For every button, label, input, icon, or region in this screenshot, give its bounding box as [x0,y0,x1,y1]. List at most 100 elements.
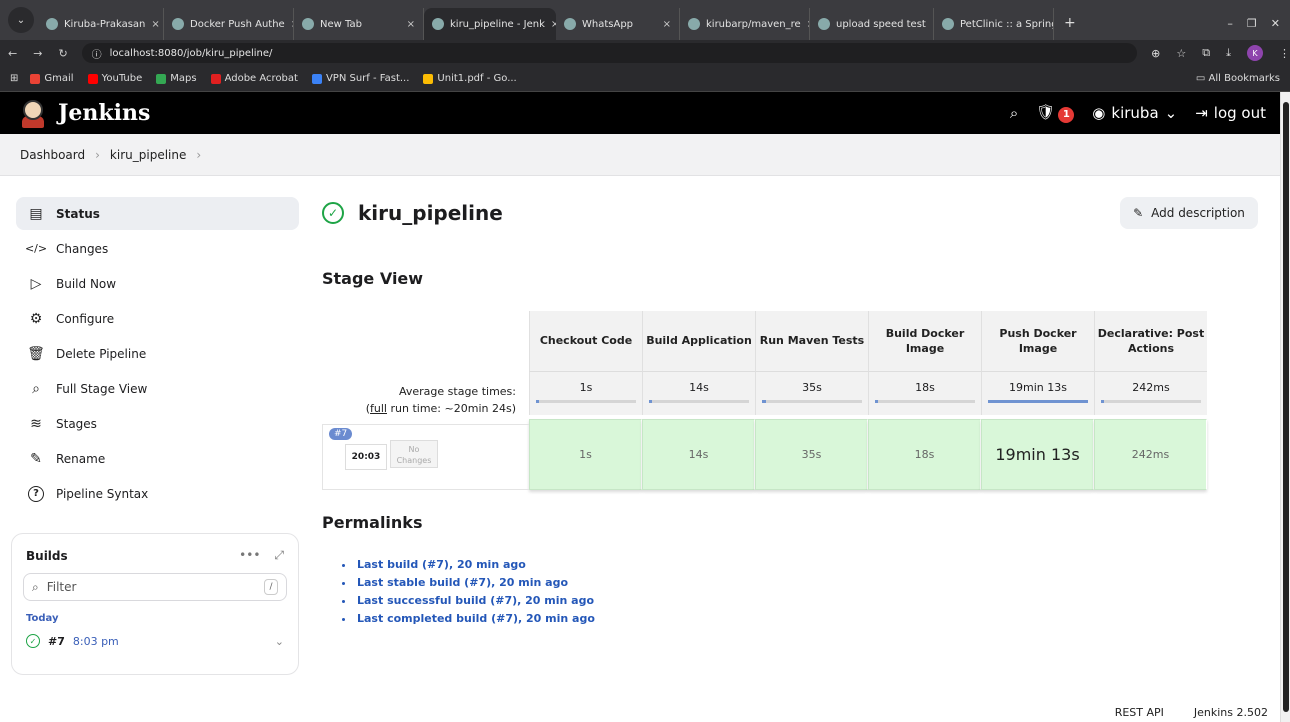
bookmark-item[interactable]: Unit1.pdf - Go... [423,73,517,84]
zoom-icon[interactable]: ⊕ [1151,47,1160,60]
full-run-time: run time: ~20min 24s) [387,402,516,415]
permalinks-heading: Permalinks [322,513,423,532]
restore-icon[interactable]: ❐ [1247,17,1257,30]
stage-header[interactable]: Declarative: Post Actions [1094,311,1207,371]
site-info-icon[interactable]: ⓘ [92,46,102,61]
sidebar-item-full-stage-view[interactable]: ⌕ Full Stage View [16,372,299,405]
extensions-icon[interactable]: ⧉ [1202,46,1210,60]
permalink-item[interactable]: Last completed build (#7), 20 min ago [342,610,595,628]
build-number-badge[interactable]: #7 [329,428,353,440]
header-actions: ⌕ 🛡 1 ◉ kiruba ⌄ ⇥ log out [1010,103,1280,123]
stage-run-cell[interactable]: 1s [529,419,642,490]
bookmark-item[interactable]: VPN Surf - Fast... [311,73,409,84]
sidebar-item-pipeline-syntax[interactable]: ? Pipeline Syntax [16,477,299,510]
close-tab-icon[interactable]: × [151,19,159,30]
rest-api-link[interactable]: REST API [1115,706,1164,719]
sidebar-item-build-now[interactable]: ▷ Build Now [16,267,299,300]
tab-favicon-icon [688,18,700,30]
bookmark-item[interactable]: Maps [156,73,197,84]
tab-favicon-icon [302,18,314,30]
browser-menu-icon[interactable]: ⋮ [1279,47,1290,60]
permalink-item[interactable]: Last build (#7), 20 min ago [342,556,595,574]
chevron-down-icon[interactable]: ⌄ [275,635,284,648]
sidebar-item-delete-pipeline[interactable]: 🗑 Delete Pipeline [16,337,299,370]
stage-run-cell[interactable]: 35s [755,419,868,490]
stage-header[interactable]: Checkout Code [529,311,642,371]
user-menu-button[interactable]: ◉ kiruba ⌄ [1092,104,1177,122]
stage-run-cell[interactable]: 242ms [1094,419,1207,490]
page-scrollbar[interactable] [1280,92,1290,722]
jenkins-title[interactable]: Jenkins [58,100,150,126]
close-tab-icon[interactable]: × [663,19,671,30]
forward-icon[interactable]: → [25,47,50,60]
stage-header[interactable]: Build Application [642,311,755,371]
bookmark-label: Gmail [44,73,74,84]
bookmark-item[interactable]: YouTube [87,73,142,84]
add-description-button[interactable]: ✎ Add description [1120,197,1258,229]
profile-avatar[interactable]: K [1247,45,1263,61]
sidebar-item-configure[interactable]: ⚙ Configure [16,302,299,335]
stage-view-heading: Stage View [322,269,424,288]
breadcrumb-separator-icon[interactable]: › [196,148,201,162]
build-list-item[interactable]: ✓ #7 8:03 pm ⌄ [12,630,298,652]
browser-tab[interactable]: kirubarp/maven_re× [680,8,810,40]
builds-filter-input[interactable]: ⌕ Filter / [23,573,287,601]
sidebar-item-rename[interactable]: ✎ Rename [16,442,299,475]
all-bookmarks-button[interactable]: ▭ All Bookmarks [1196,73,1290,84]
gear-icon: ⚙ [29,310,43,327]
permalink-item[interactable]: Last stable build (#7), 20 min ago [342,574,595,592]
bookmark-item[interactable]: Adobe Acrobat [210,73,298,84]
minimize-icon[interactable]: – [1227,17,1233,30]
sidebar-item-changes[interactable]: </> Changes [16,232,299,265]
stage-header[interactable]: Build Docker Image [868,311,981,371]
close-window-icon[interactable]: ✕ [1271,17,1280,30]
back-icon[interactable]: ← [0,47,25,60]
jenkins-version-link[interactable]: Jenkins 2.502 [1194,706,1268,719]
bookmark-item[interactable]: Gmail [30,73,74,84]
no-changes-line1: No [408,445,420,454]
browser-tab[interactable]: Kiruba-Prakasan × [38,8,164,40]
browser-tab[interactable]: upload speed test× [810,8,934,40]
logout-button[interactable]: ⇥ log out [1195,104,1266,122]
new-tab-button[interactable]: + [1054,15,1086,40]
bookmark-label: Unit1.pdf - Go... [437,73,517,84]
sidebar-item-stages[interactable]: ≋ Stages [16,407,299,440]
sidebar-item-status[interactable]: ▤ Status [16,197,299,230]
search-icon[interactable]: ⌕ [1010,104,1018,122]
avg-label-text: Average stage times: [399,385,516,398]
expand-icon[interactable]: ⤢ [274,548,284,563]
url-text: localhost:8080/job/kiru_pipeline/ [109,47,273,59]
permalink-item[interactable]: Last successful build (#7), 20 min ago [342,592,595,610]
tab-favicon-icon [432,18,444,30]
download-icon[interactable]: ⤓ [1226,46,1231,60]
browser-tab[interactable]: New Tab × [294,8,424,40]
stage-average-bar-fill [988,400,1088,403]
browser-tab[interactable]: WhatsApp × [556,8,680,40]
jenkins-logo-icon[interactable] [20,98,46,128]
browser-tab[interactable]: kiru_pipeline - Jenk × [424,8,556,40]
stage-header[interactable]: Run Maven Tests [755,311,868,371]
more-icon[interactable]: ••• [239,548,260,563]
full-run-link[interactable]: full [370,402,387,415]
stage-header[interactable]: Push Docker Image [981,311,1094,371]
chevron-down-icon: ⌄ [1164,104,1178,122]
security-alert-button[interactable]: 🛡 1 [1036,103,1075,123]
permalinks-list: Last build (#7), 20 min agoLast stable b… [342,556,595,628]
browser-tab[interactable]: Docker Push Authe× [164,8,294,40]
star-icon[interactable]: ☆ [1176,47,1186,60]
tab-search-button[interactable]: ⌄ [8,7,34,33]
sidebar-item-label: Stages [56,416,97,431]
close-tab-icon[interactable]: × [407,19,415,30]
stage-run-cell[interactable]: 19min 13s [981,419,1094,490]
help-icon: ? [28,485,44,502]
sidebar-item-label: Rename [56,451,106,466]
url-input[interactable]: ⓘ localhost:8080/job/kiru_pipeline/ [81,43,1138,63]
breadcrumb-job[interactable]: kiru_pipeline [110,148,186,162]
breadcrumb-dashboard[interactable]: Dashboard [20,148,85,162]
apps-icon[interactable]: ⊞ [10,73,18,84]
reload-icon[interactable]: ↻ [50,47,75,60]
tab-favicon-icon [818,18,830,30]
browser-tab[interactable]: PetClinic :: a Spring× [934,8,1054,40]
stage-run-cell[interactable]: 14s [642,419,755,490]
stage-run-cell[interactable]: 18s [868,419,981,490]
